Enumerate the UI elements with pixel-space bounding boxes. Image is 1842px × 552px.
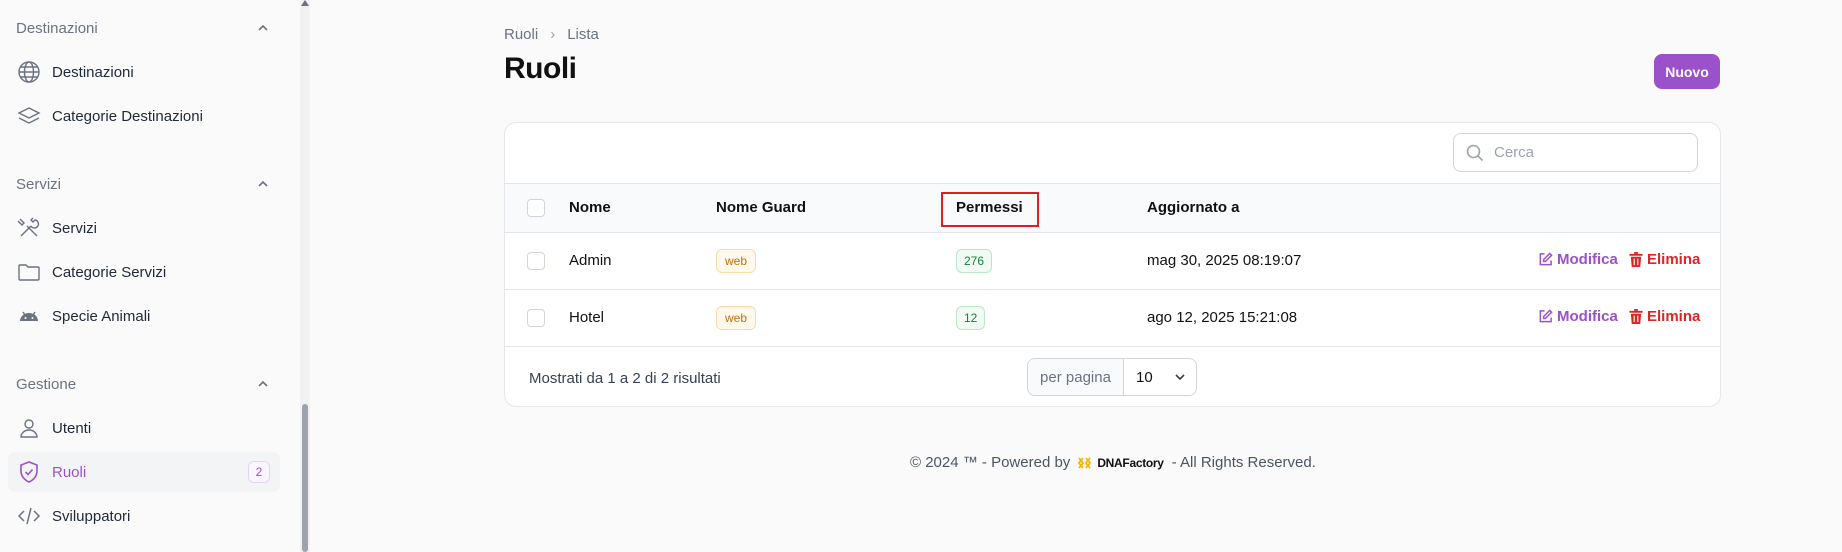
trash-icon <box>1629 309 1643 324</box>
search-icon <box>1466 144 1484 161</box>
pagination-summary: Mostrati da 1 a 2 di 2 risultati <box>529 370 721 387</box>
sidebar-item-label: Servizi <box>52 219 98 237</box>
table-row: Admin web 276 mag 30, 2025 08:19:07 Modi… <box>505 233 1720 290</box>
sidebar-item-categorie-servizi[interactable]: Categorie Servizi <box>8 252 280 292</box>
column-header-nome-guard[interactable]: Nome Guard <box>716 199 806 216</box>
row-checkbox[interactable] <box>527 309 545 327</box>
logo-brand-text: DNAFactory <box>1097 455 1164 470</box>
group-label: Gestione <box>16 375 77 393</box>
chevron-down-icon <box>1175 374 1185 381</box>
sidebar-item-sviluppatori[interactable]: Sviluppatori <box>8 496 280 536</box>
group-gestione-toggle[interactable]: Gestione <box>16 372 270 396</box>
sidebar-scrollbar-thumb[interactable] <box>302 404 308 552</box>
dnafactory-logo[interactable]: DNAFactory <box>1078 455 1164 470</box>
shield-check-icon <box>16 459 42 485</box>
column-header-aggiornato-a[interactable]: Aggiornato a <box>1147 199 1240 216</box>
breadcrumb-parent-link[interactable]: Ruoli <box>504 26 538 43</box>
sidebar-item-label: Categorie Servizi <box>52 263 167 281</box>
role-name: Hotel <box>569 309 605 326</box>
delete-label: Elimina <box>1647 251 1701 268</box>
sidebar-item-categorie-destinazioni[interactable]: Categorie Destinazioni <box>8 96 280 136</box>
sidebar-item-label: Sviluppatori <box>52 507 131 525</box>
trash-icon <box>1629 252 1643 267</box>
edit-label: Modifica <box>1557 308 1618 325</box>
chevron-up-icon <box>258 180 268 187</box>
table-header: Nome Nome Guard Permessi Aggiornato a <box>505 183 1720 233</box>
table-row: Hotel web 12 ago 12, 2025 15:21:08 Modif… <box>505 290 1720 347</box>
user-icon <box>16 415 42 441</box>
breadcrumb-current: Lista <box>567 26 599 43</box>
sidebar-item-label: Categorie Destinazioni <box>52 107 203 125</box>
search-input[interactable] <box>1494 144 1684 161</box>
group-destinazioni-toggle[interactable]: Destinazioni <box>16 16 270 40</box>
globe-icon <box>16 59 42 85</box>
permissions-count-badge: 276 <box>956 249 993 273</box>
sidebar-item-servizi[interactable]: Servizi <box>8 208 280 248</box>
copyright-prefix: © 2024 ™ - Powered by <box>910 454 1071 471</box>
count-badge: 2 <box>248 461 270 483</box>
updated-at: mag 30, 2025 08:19:07 <box>1147 252 1302 269</box>
dna-logo-icon <box>1078 456 1092 469</box>
per-page-dropdown[interactable]: 10 <box>1124 359 1196 395</box>
chevron-right-icon: › <box>550 26 556 43</box>
delete-button[interactable]: Elimina <box>1629 308 1700 325</box>
scroll-up-arrow-icon[interactable] <box>301 0 309 6</box>
page-title: Ruoli <box>504 52 577 85</box>
guard-badge: web <box>716 249 757 273</box>
group-label: Servizi <box>16 175 62 193</box>
delete-button[interactable]: Elimina <box>1629 251 1700 268</box>
select-all-checkbox[interactable] <box>527 199 545 217</box>
folder-icon <box>16 259 42 285</box>
edit-icon <box>1539 252 1553 266</box>
android-icon <box>16 303 42 329</box>
edit-button[interactable]: Modifica <box>1538 308 1618 325</box>
sidebar-item-label: Destinazioni <box>52 63 134 81</box>
chevron-up-icon <box>258 380 268 387</box>
group-label: Destinazioni <box>16 19 98 37</box>
per-page-value: 10 <box>1136 368 1153 386</box>
sidebar-item-destinazioni[interactable]: Destinazioni <box>8 52 280 92</box>
row-checkbox[interactable] <box>527 252 545 270</box>
search-box[interactable] <box>1453 133 1698 172</box>
edit-button[interactable]: Modifica <box>1538 251 1618 268</box>
per-page-select[interactable]: per pagina 10 <box>1027 358 1197 396</box>
sidebar-item-specie-animali[interactable]: Specie Animali <box>8 296 280 336</box>
sidebar: Destinazioni Destinazioni Categorie Dest… <box>0 0 296 552</box>
tools-icon <box>16 215 42 241</box>
new-button[interactable]: Nuovo <box>1654 54 1720 89</box>
column-header-nome[interactable]: Nome <box>569 199 611 216</box>
copyright-footer: © 2024 ™ - Powered by DNAFactory - All R… <box>910 454 1316 471</box>
highlight-box <box>941 192 1039 227</box>
sidebar-item-label: Utenti <box>52 419 92 437</box>
permissions-count-badge: 12 <box>956 306 986 330</box>
edit-label: Modifica <box>1557 251 1618 268</box>
chevron-up-icon <box>258 24 268 31</box>
sidebar-item-label: Specie Animali <box>52 307 151 325</box>
breadcrumb: Ruoli › Lista <box>504 26 599 43</box>
per-page-label: per pagina <box>1028 359 1124 395</box>
layers-icon <box>16 103 42 129</box>
updated-at: ago 12, 2025 15:21:08 <box>1147 309 1298 326</box>
copyright-suffix: - All Rights Reserved. <box>1171 454 1316 471</box>
guard-badge: web <box>716 306 757 330</box>
roles-table-card: Nome Nome Guard Permessi Aggiornato a Ad… <box>504 122 1721 407</box>
edit-icon <box>1539 309 1553 323</box>
group-servizi-toggle[interactable]: Servizi <box>16 172 270 196</box>
delete-label: Elimina <box>1647 308 1701 325</box>
role-name: Admin <box>569 252 612 269</box>
sidebar-item-ruoli[interactable]: Ruoli 2 <box>8 452 280 492</box>
sidebar-item-utenti[interactable]: Utenti <box>8 408 280 448</box>
code-icon <box>16 503 42 529</box>
sidebar-item-label: Ruoli <box>52 463 87 481</box>
